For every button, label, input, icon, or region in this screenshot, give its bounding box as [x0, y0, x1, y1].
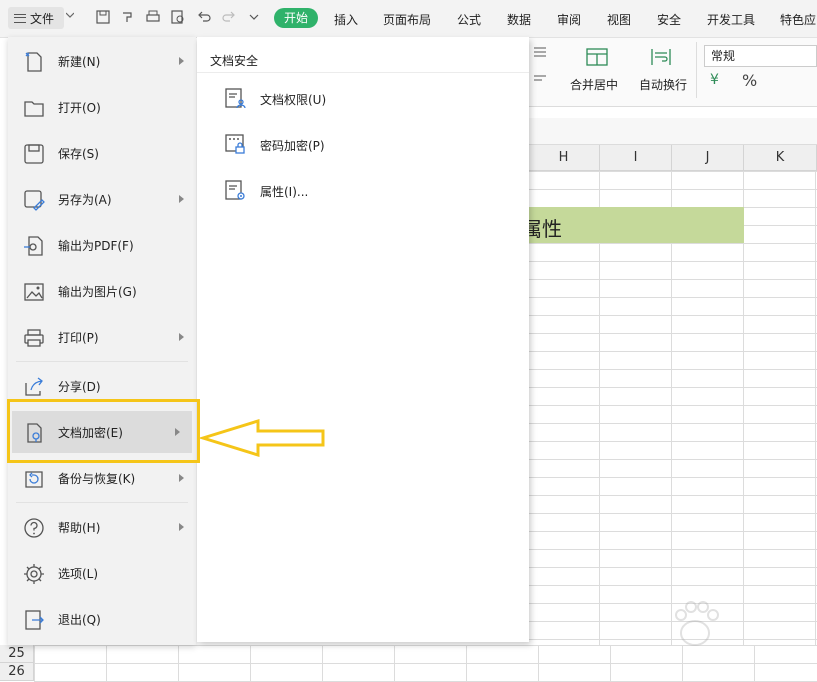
- menu-item-save-as[interactable]: 另存为(A): [8, 178, 196, 220]
- print-preview-icon[interactable]: [170, 9, 186, 25]
- tab-view[interactable]: 视图: [607, 11, 631, 28]
- submenu-arrow-icon: [179, 57, 184, 65]
- chevron-down-icon[interactable]: [66, 11, 74, 19]
- menu-item-save[interactable]: 保存(S): [8, 132, 196, 174]
- menu-item-help[interactable]: 帮助(H): [8, 506, 196, 548]
- menu-item-backup[interactable]: 备份与恢复(K): [8, 457, 196, 499]
- currency-format-button[interactable]: ¥: [710, 72, 719, 88]
- watermark-logo-icon: [675, 601, 719, 646]
- save-as-icon: [22, 188, 46, 212]
- menu-item-label: 另存为(A): [58, 192, 112, 207]
- submenu-item-properties[interactable]: 属性(I)...: [219, 172, 509, 208]
- submenu-title: 文档安全: [210, 54, 259, 68]
- menu-item-new[interactable]: 新建(N): [8, 40, 196, 82]
- menu-item-label: 新建(N): [58, 54, 101, 69]
- menu-item-label: 打印(P): [58, 330, 99, 345]
- redo-icon[interactable]: [221, 9, 237, 25]
- column-header-k[interactable]: K: [744, 145, 817, 171]
- backup-icon: [22, 467, 46, 491]
- document-security-submenu: 文档安全 文档权限(U) 密码加密(P) 属性(I)...: [197, 37, 529, 642]
- menu-item-label: 输出为PDF(F): [58, 238, 134, 253]
- menu-item-exit[interactable]: 退出(Q): [8, 598, 196, 640]
- formula-bar[interactable]: [528, 118, 817, 145]
- column-header-j[interactable]: J: [672, 145, 744, 171]
- row-header-25[interactable]: 25: [0, 645, 34, 663]
- menu-divider: [16, 361, 188, 362]
- format-painter-icon[interactable]: [120, 9, 136, 25]
- tab-insert[interactable]: 插入: [334, 11, 358, 28]
- menu-item-label: 保存(S): [58, 146, 99, 161]
- pdf-export-icon: [22, 234, 46, 258]
- gear-icon: [22, 562, 46, 586]
- image-export-icon: [22, 280, 46, 304]
- menu-item-export-image[interactable]: 输出为图片(G): [8, 270, 196, 312]
- submenu-arrow-icon: [179, 523, 184, 531]
- menu-item-open[interactable]: 打开(O): [8, 86, 196, 128]
- new-file-icon: [22, 50, 46, 74]
- submenu-item-label: 文档权限(U): [260, 93, 327, 107]
- folder-icon: [22, 96, 46, 120]
- merge-center-icon[interactable]: [586, 46, 608, 68]
- undo-icon[interactable]: [196, 9, 212, 25]
- file-menu-button[interactable]: 文件: [8, 7, 64, 29]
- help-icon: [22, 516, 46, 540]
- menu-item-print[interactable]: 打印(P): [8, 316, 196, 358]
- tab-data[interactable]: 数据: [507, 11, 531, 28]
- customize-toolbar-icon[interactable]: [246, 9, 262, 25]
- menu-item-label: 打开(O): [58, 100, 101, 115]
- file-menu: 新建(N) 打开(O) 保存(S) 另存为(A) 输出为PDF(F) 输出为图片…: [8, 37, 196, 645]
- submenu-divider: [197, 72, 529, 73]
- align-icon[interactable]: [532, 46, 548, 86]
- menu-divider: [16, 502, 188, 503]
- wrap-text-icon[interactable]: [650, 46, 672, 68]
- submenu-item-label: 属性(I)...: [260, 185, 309, 199]
- file-menu-label: 文件: [30, 11, 55, 26]
- print-quick-icon[interactable]: [145, 9, 161, 25]
- save-quick-icon[interactable]: [95, 9, 111, 25]
- share-icon: [22, 375, 46, 399]
- properties-icon: [223, 178, 247, 202]
- tab-start[interactable]: 开始: [274, 8, 318, 28]
- highlight-box: [7, 399, 200, 463]
- password-lock-icon: [223, 132, 247, 156]
- menu-item-label: 备份与恢复(K): [58, 471, 136, 486]
- ribbon-divider: [696, 42, 697, 98]
- row-header-26[interactable]: 26: [0, 663, 34, 681]
- menu-item-label: 选项(L): [58, 566, 99, 581]
- tab-features[interactable]: 特色应: [780, 11, 816, 28]
- menu-item-options[interactable]: 选项(L): [8, 552, 196, 594]
- submenu-item-password-encrypt[interactable]: 密码加密(P): [219, 126, 509, 162]
- menu-item-label: 输出为图片(G): [58, 284, 137, 299]
- submenu-item-document-permission[interactable]: 文档权限(U): [219, 80, 509, 116]
- hamburger-icon: [14, 13, 26, 23]
- annotation-arrow-icon: [198, 418, 325, 458]
- submenu-arrow-icon: [179, 195, 184, 203]
- save-icon: [22, 142, 46, 166]
- printer-icon: [22, 326, 46, 350]
- tab-review[interactable]: 审阅: [557, 11, 581, 28]
- menu-item-label: 分享(D): [58, 379, 101, 394]
- menu-item-export-pdf[interactable]: 输出为PDF(F): [8, 224, 196, 266]
- column-header-i[interactable]: I: [600, 145, 672, 171]
- wrap-text-button[interactable]: 自动换行: [639, 76, 687, 93]
- submenu-arrow-icon: [179, 333, 184, 341]
- tab-developer[interactable]: 开发工具: [707, 11, 755, 28]
- submenu-item-label: 密码加密(P): [260, 139, 325, 153]
- merge-center-button[interactable]: 合并居中: [570, 76, 618, 93]
- tab-page-layout[interactable]: 页面布局: [383, 11, 431, 28]
- document-permission-icon: [223, 86, 247, 110]
- menu-bar: 文件 开始 插入 页面布局 公式 数据 审阅 视图 安全 开发工具 特色应: [0, 0, 817, 38]
- menu-item-label: 退出(Q): [58, 612, 101, 627]
- tab-security[interactable]: 安全: [657, 11, 681, 28]
- column-header-h[interactable]: H: [528, 145, 600, 171]
- percent-format-button[interactable]: %: [742, 71, 757, 90]
- submenu-arrow-icon: [179, 474, 184, 482]
- tab-formulas[interactable]: 公式: [457, 11, 481, 28]
- number-format-select[interactable]: 常规: [704, 45, 817, 67]
- menu-item-label: 帮助(H): [58, 520, 101, 535]
- exit-icon: [22, 608, 46, 632]
